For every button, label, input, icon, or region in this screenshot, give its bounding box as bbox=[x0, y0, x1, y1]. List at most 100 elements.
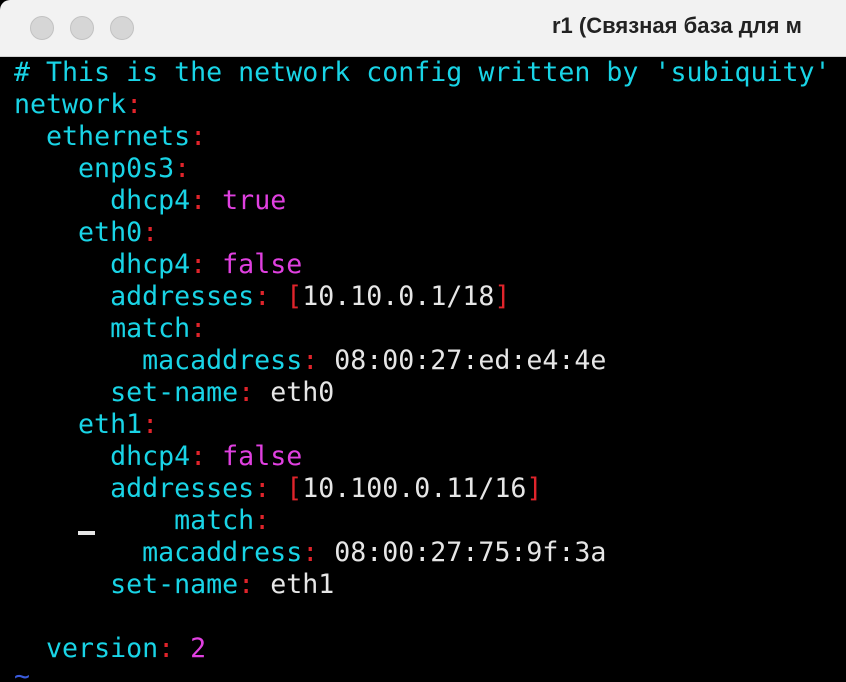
yaml-key: addresses bbox=[110, 473, 255, 504]
yaml-key: ethernets bbox=[46, 121, 191, 152]
right-bracket: ] bbox=[526, 473, 543, 504]
yaml-value: 08:00:27:ed:e4:4e bbox=[334, 345, 607, 376]
yaml-colon: : bbox=[142, 409, 159, 440]
editor-line: addresses: [10.10.0.1/18] bbox=[14, 281, 510, 313]
yaml-key: match bbox=[174, 505, 255, 536]
title-bar: r1 (Связная база для м bbox=[0, 0, 846, 57]
left-bracket: [ bbox=[286, 473, 303, 504]
yaml-colon: : bbox=[254, 505, 271, 536]
yaml-colon: : bbox=[190, 185, 207, 216]
editor-line: match: bbox=[14, 313, 206, 345]
editor-line: macaddress: 08:00:27:ed:e4:4e bbox=[14, 345, 606, 377]
minimize-window-button[interactable] bbox=[70, 16, 94, 40]
yaml-colon: : bbox=[190, 121, 207, 152]
yaml-value: 08:00:27:75:9f:3a bbox=[334, 537, 607, 568]
terminal-window: r1 (Связная база для м # This is the net… bbox=[0, 0, 846, 682]
yaml-key: macaddress bbox=[142, 345, 303, 376]
yaml-literal: 2 bbox=[190, 633, 207, 664]
yaml-key: set-name bbox=[110, 569, 239, 600]
editor-line: dhcp4: false bbox=[14, 249, 302, 281]
editor-line: match: bbox=[14, 505, 270, 537]
yaml-key: dhcp4 bbox=[110, 185, 191, 216]
editor-line: dhcp4: true bbox=[14, 185, 286, 217]
yaml-key: match bbox=[110, 313, 191, 344]
yaml-colon: : bbox=[126, 89, 143, 120]
zoom-window-button[interactable] bbox=[110, 16, 134, 40]
yaml-key: set-name bbox=[110, 377, 239, 408]
left-bracket: [ bbox=[286, 281, 303, 312]
editor-line: # This is the network config written by … bbox=[14, 57, 831, 89]
yaml-colon: : bbox=[238, 569, 255, 600]
text-cursor bbox=[78, 531, 95, 535]
yaml-key: network bbox=[14, 89, 127, 120]
yaml-colon: : bbox=[302, 345, 319, 376]
right-bracket: ] bbox=[494, 281, 511, 312]
yaml-literal: false bbox=[222, 441, 303, 472]
yaml-key: version bbox=[46, 633, 159, 664]
editor-line: eth1: bbox=[14, 409, 158, 441]
yaml-colon: : bbox=[302, 537, 319, 568]
editor-line: ethernets: bbox=[14, 121, 206, 153]
yaml-key: enp0s3 bbox=[78, 153, 175, 184]
yaml-key: eth1 bbox=[78, 409, 143, 440]
editor-line: set-name: eth0 bbox=[14, 377, 334, 409]
yaml-key: eth0 bbox=[78, 217, 143, 248]
yaml-literal: false bbox=[222, 249, 303, 280]
yaml-colon: : bbox=[190, 441, 207, 472]
window-title: r1 (Связная база для м bbox=[552, 13, 802, 38]
editor-line: addresses: [10.100.0.11/16] bbox=[14, 473, 542, 505]
yaml-colon: : bbox=[190, 249, 207, 280]
editor-line: enp0s3: bbox=[14, 153, 190, 185]
editor-line: network: bbox=[14, 89, 142, 121]
yaml-colon: : bbox=[142, 217, 159, 248]
editor-line: ~ bbox=[14, 661, 30, 682]
yaml-value: eth1 bbox=[270, 569, 335, 600]
yaml-key: macaddress bbox=[142, 537, 303, 568]
close-window-button[interactable] bbox=[30, 16, 54, 40]
yaml-value: 10.100.0.11/16 bbox=[302, 473, 527, 504]
yaml-colon: : bbox=[254, 281, 271, 312]
yaml-key: dhcp4 bbox=[110, 249, 191, 280]
yaml-colon: : bbox=[238, 377, 255, 408]
yaml-value: eth0 bbox=[270, 377, 335, 408]
editor-line: eth0: bbox=[14, 217, 158, 249]
yaml-colon: : bbox=[190, 313, 207, 344]
empty-line-tilde: ~ bbox=[14, 661, 31, 682]
editor-line: set-name: eth1 bbox=[14, 569, 334, 601]
yaml-value: 10.10.0.1/18 bbox=[302, 281, 495, 312]
editor-line: dhcp4: false bbox=[14, 441, 302, 473]
yaml-colon: : bbox=[254, 473, 271, 504]
vim-editor-area[interactable]: # This is the network config written by … bbox=[0, 57, 846, 682]
yaml-key: dhcp4 bbox=[110, 441, 191, 472]
yaml-literal: true bbox=[222, 185, 287, 216]
editor-line: macaddress: 08:00:27:75:9f:3a bbox=[14, 537, 606, 569]
yaml-key: addresses bbox=[110, 281, 255, 312]
editor-line: version: 2 bbox=[14, 633, 206, 665]
comment-text: # This is the network config written by … bbox=[14, 57, 831, 88]
yaml-colon: : bbox=[174, 153, 191, 184]
yaml-colon: : bbox=[158, 633, 175, 664]
